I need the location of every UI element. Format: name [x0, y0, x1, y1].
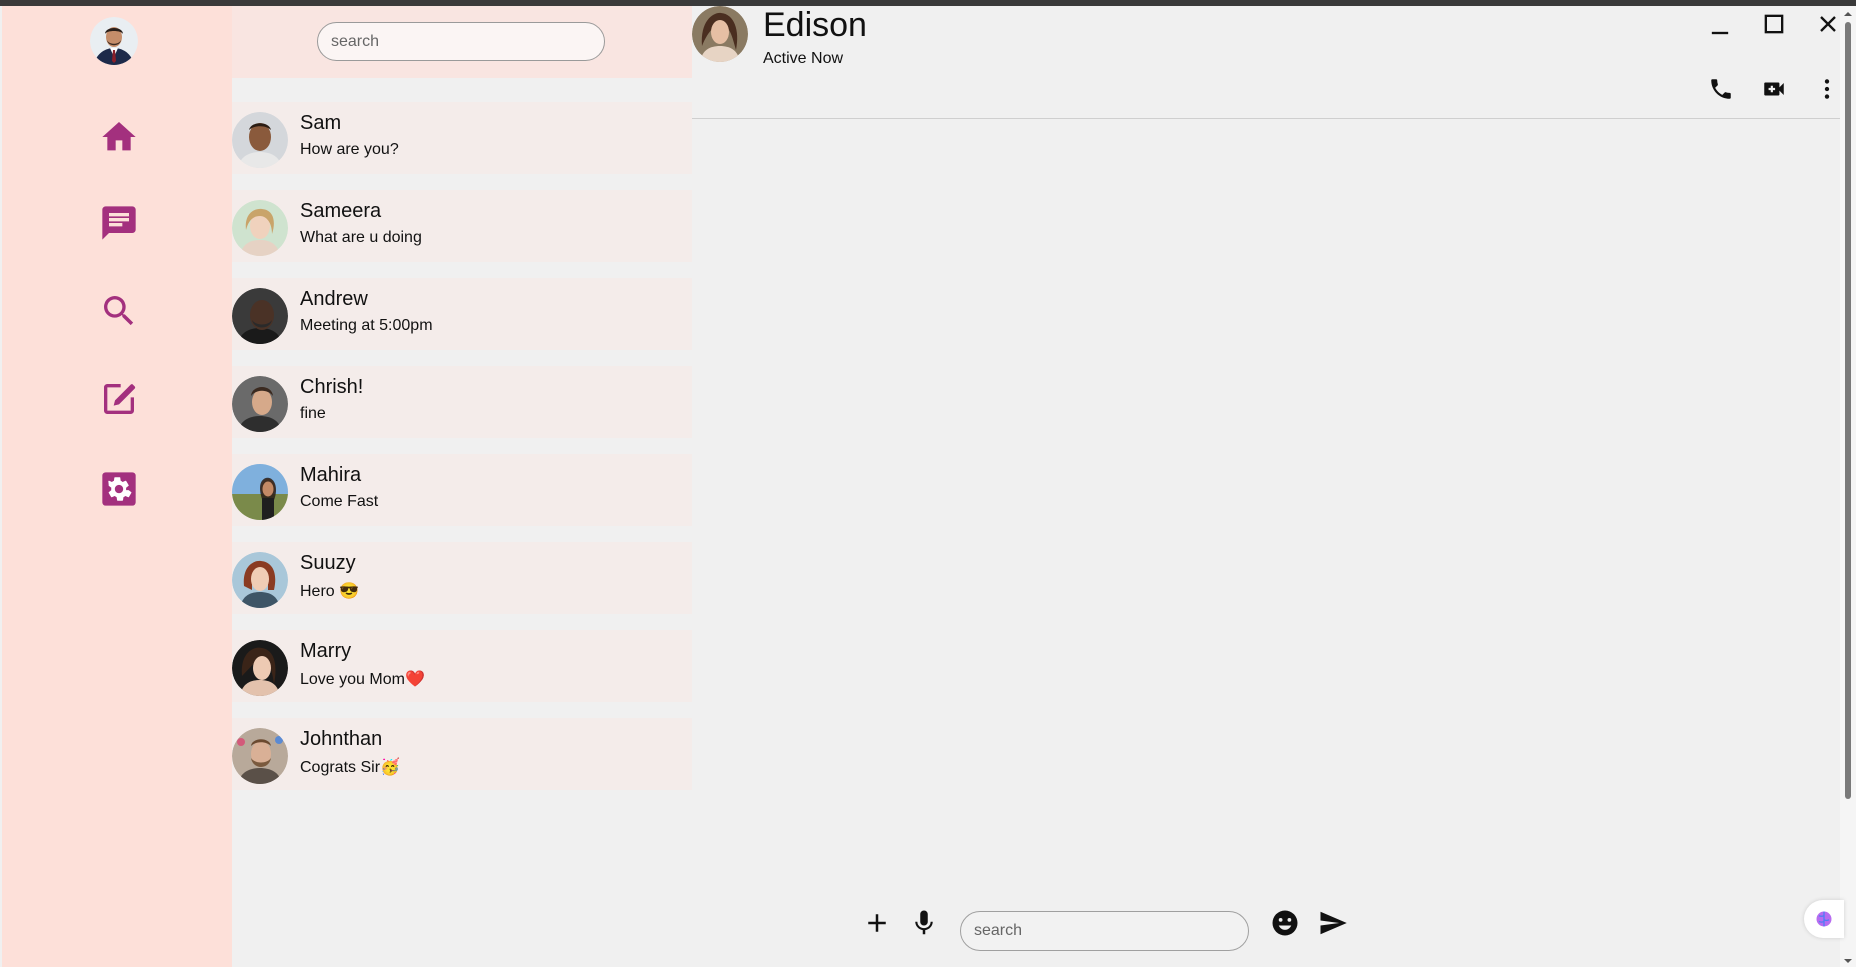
contact-avatar [232, 112, 288, 168]
peer-avatar[interactable] [692, 6, 748, 62]
contact-name: Andrew [300, 288, 368, 310]
contact-name: Marry [300, 640, 352, 662]
peer-status: Active Now [763, 50, 844, 67]
contact-name: Johnthan [300, 728, 383, 750]
brain-icon [1816, 911, 1832, 927]
contact-name: Chrish! [300, 376, 364, 398]
compose-icon[interactable] [99, 379, 139, 419]
scroll-up-arrow[interactable] [1843, 9, 1853, 19]
emoji-icon[interactable] [1270, 908, 1300, 938]
contact-name: Sameera [300, 200, 382, 222]
chat-icon[interactable] [99, 203, 139, 243]
contact-item-sam[interactable]: Sam How are you? [232, 102, 692, 174]
contact-avatar [232, 200, 288, 256]
contact-item-marry[interactable]: Marry Love you Mom❤️ [232, 630, 692, 702]
contact-avatar [232, 376, 288, 432]
peer-name: Edison [763, 6, 867, 44]
contact-avatar [232, 552, 288, 608]
home-icon[interactable] [99, 117, 139, 157]
maximize-icon[interactable] [1760, 10, 1788, 38]
scroll-thumb[interactable] [1845, 22, 1851, 799]
contact-name: Sam [300, 112, 342, 134]
contact-item-mahira[interactable]: Mahira Come Fast [232, 454, 692, 526]
contact-last-message: Love you Mom❤️ [300, 671, 425, 688]
scrollbar[interactable] [1840, 6, 1856, 967]
minimize-icon[interactable] [1706, 12, 1734, 40]
add-icon[interactable] [862, 908, 892, 938]
contacts-search-input[interactable] [317, 22, 605, 61]
contact-avatar [232, 728, 288, 784]
settings-icon[interactable] [99, 469, 139, 509]
phone-icon[interactable] [1708, 76, 1736, 104]
scroll-down-arrow[interactable] [1843, 956, 1853, 966]
mic-icon[interactable] [909, 908, 939, 938]
extension-badge[interactable] [1804, 900, 1844, 938]
contact-item-suuzy[interactable]: Suuzy Hero 😎 [232, 542, 692, 614]
contact-item-sameera[interactable]: Sameera What are u doing [232, 190, 692, 262]
contact-item-chrish[interactable]: Chrish! fine [232, 366, 692, 438]
contact-name: Mahira [300, 464, 362, 486]
contacts-panel: Sam How are you? Sameera What are u doin… [232, 6, 692, 967]
contact-name: Suuzy [300, 552, 356, 574]
contact-last-message: How are you? [300, 141, 399, 158]
contact-avatar [232, 464, 288, 520]
user-avatar[interactable] [90, 17, 138, 65]
contact-last-message: What are u doing [300, 229, 422, 246]
video-call-icon[interactable] [1761, 76, 1789, 104]
contact-last-message: Hero 😎 [300, 583, 360, 600]
send-icon[interactable] [1318, 908, 1348, 938]
message-input[interactable] [960, 911, 1249, 951]
contact-last-message: Meeting at 5:00pm [300, 317, 433, 334]
contact-avatar [232, 640, 288, 696]
search-icon[interactable] [99, 291, 139, 331]
contact-avatar [232, 288, 288, 344]
contact-last-message: Come Fast [300, 493, 379, 510]
chat-header: Edison Active Now [692, 6, 1840, 119]
close-icon[interactable] [1814, 10, 1842, 38]
contact-last-message: Cograts Sir🥳 [300, 759, 400, 776]
contact-item-andrew[interactable]: Andrew Meeting at 5:00pm [232, 278, 692, 350]
more-vert-icon[interactable] [1814, 76, 1842, 104]
message-area [692, 119, 1840, 899]
contacts-header [232, 6, 692, 78]
contact-last-message: fine [300, 405, 326, 422]
contact-item-johnthan[interactable]: Johnthan Cograts Sir🥳 [232, 718, 692, 790]
nav-rail [2, 6, 232, 967]
